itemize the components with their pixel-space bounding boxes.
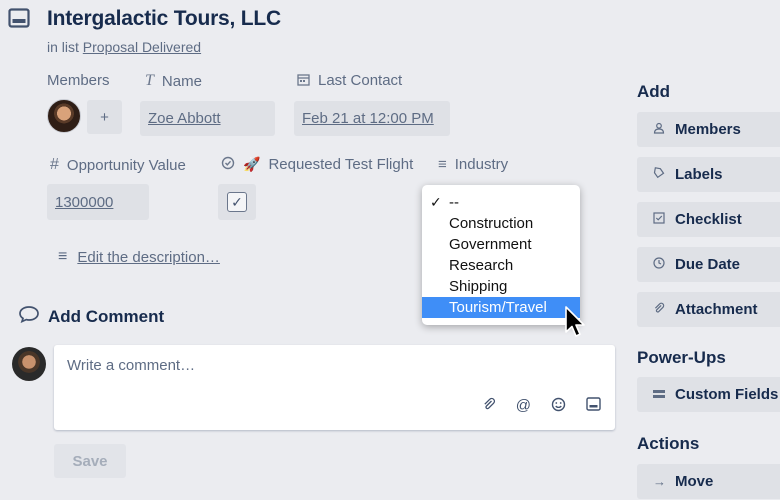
clock-icon	[653, 257, 665, 272]
due-date-button-label: Due Date	[675, 256, 741, 273]
rocket-icon: 🚀	[243, 156, 261, 172]
move-button[interactable]: → Move	[637, 464, 780, 499]
industry-option-government[interactable]: Government	[422, 234, 580, 255]
industry-option-construction[interactable]: Construction	[422, 213, 580, 234]
list-name-link[interactable]: Proposal Delivered	[83, 39, 201, 55]
test-flight-checkbox[interactable]: ✓	[227, 192, 247, 212]
members-label: Members	[47, 72, 110, 89]
save-comment-button[interactable]: Save	[54, 444, 126, 478]
option-label: Construction	[449, 215, 534, 232]
text-icon: T	[145, 72, 154, 89]
option-label: Shipping	[449, 278, 508, 295]
add-heading: Add	[637, 82, 671, 101]
move-button-label: Move	[675, 473, 714, 490]
list-icon: ≡	[438, 156, 447, 173]
opportunity-value-field[interactable]: 1300000	[47, 184, 149, 220]
paperclip-icon	[653, 302, 665, 317]
checklist-icon	[653, 212, 665, 227]
test-flight-label: 🚀 Requested Test Flight	[221, 156, 413, 173]
hash-icon: #	[50, 156, 59, 173]
opportunity-value: 1300000	[55, 193, 114, 211]
name-value-field[interactable]: Zoe Abbott	[140, 101, 275, 136]
emoji-icon[interactable]	[551, 397, 566, 416]
industry-label-text: Industry	[454, 156, 509, 173]
paperclip-icon[interactable]	[482, 397, 496, 416]
custom-fields-button-label: Custom Fields	[675, 386, 779, 403]
industry-option-research[interactable]: Research	[422, 255, 580, 276]
option-label: Tourism/Travel	[449, 299, 547, 316]
card-attach-icon[interactable]	[586, 397, 601, 416]
add-member-plus: +	[100, 108, 109, 126]
user-avatar[interactable]	[12, 347, 46, 381]
actions-heading: Actions	[637, 434, 700, 453]
last-contact-value-field[interactable]: Feb 21 at 12:00 PM	[294, 101, 450, 136]
test-flight-label-text: Requested Test Flight	[268, 156, 414, 173]
attachment-button-label: Attachment	[675, 301, 758, 318]
arrow-right-icon: →	[653, 474, 666, 489]
comment-icon	[18, 305, 40, 328]
save-label: Save	[72, 452, 108, 470]
option-label: Government	[449, 236, 532, 253]
labels-button[interactable]: Labels	[637, 157, 780, 192]
industry-label: ≡ Industry	[438, 156, 508, 173]
checklist-button[interactable]: Checklist	[637, 202, 780, 237]
name-value: Zoe Abbott	[148, 110, 221, 127]
in-list-prefix: in list	[47, 39, 79, 55]
checkmark-icon: ✓	[430, 194, 442, 210]
tag-icon	[653, 167, 665, 182]
custom-fields-button[interactable]: Custom Fields	[637, 377, 780, 412]
members-button-label: Members	[675, 121, 741, 138]
comment-input[interactable]: Write a comment… @	[54, 345, 615, 430]
name-label-text: Name	[161, 72, 202, 90]
description-icon: ≡	[58, 248, 68, 265]
member-avatar[interactable]	[47, 99, 81, 133]
industry-option-tourism-travel[interactable]: Tourism/Travel	[422, 297, 580, 318]
card-icon	[8, 8, 30, 28]
mention-icon[interactable]: @	[516, 397, 531, 416]
mouse-cursor-icon	[564, 306, 586, 345]
checklist-button-label: Checklist	[675, 211, 742, 228]
opportunity-label-text: Opportunity Value	[66, 156, 186, 174]
edit-description-text: Edit the description…	[77, 248, 220, 266]
members-button[interactable]: Members	[637, 112, 780, 147]
in-list-info: in list Proposal Delivered	[47, 39, 201, 55]
option-label: Research	[449, 257, 514, 274]
industry-option-shipping[interactable]: Shipping	[422, 276, 580, 297]
powerups-heading: Power-Ups	[637, 348, 726, 367]
name-field-label: T Name	[145, 72, 202, 90]
members-label-text: Members	[47, 72, 110, 89]
check-circle-icon	[221, 156, 235, 173]
add-comment-text: Add Comment	[48, 306, 165, 326]
attachment-button[interactable]: Attachment	[637, 292, 780, 327]
calendar-icon	[297, 73, 310, 89]
last-contact-label-text: Last Contact	[318, 72, 403, 89]
comment-tools: @	[482, 397, 601, 416]
due-date-button[interactable]: Due Date	[637, 247, 780, 282]
test-flight-checkbox-container[interactable]: ✓	[218, 184, 256, 220]
industry-dropdown-menu[interactable]: ✓ -- Construction Government Research Sh…	[422, 185, 580, 325]
card-title[interactable]: Intergalactic Tours, LLC	[47, 7, 281, 31]
add-member-button[interactable]: +	[87, 100, 122, 134]
last-contact-label: Last Contact	[297, 72, 402, 89]
last-contact-value: Feb 21 at 12:00 PM	[302, 110, 434, 127]
industry-option-none[interactable]: ✓ --	[422, 192, 580, 213]
labels-button-label: Labels	[675, 166, 723, 183]
custom-fields-icon	[653, 387, 665, 402]
opportunity-label: # Opportunity Value	[50, 156, 186, 174]
edit-description-link[interactable]: ≡ Edit the description…	[58, 248, 220, 266]
add-comment-heading: Add Comment	[18, 305, 164, 328]
option-label: --	[449, 194, 459, 211]
user-icon	[653, 122, 665, 137]
comment-placeholder: Write a comment…	[67, 357, 196, 374]
